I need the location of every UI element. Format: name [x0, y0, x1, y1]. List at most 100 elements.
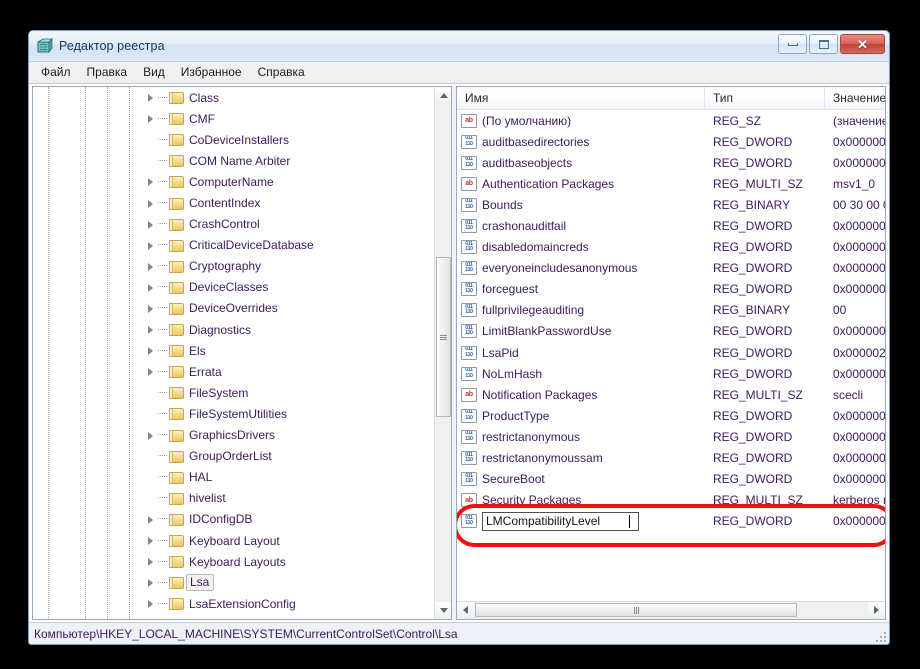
table-row[interactable]: 011 110 fullprivilegeauditing REG_BINARY 00: [457, 300, 885, 321]
tree-item-hal[interactable]: HAL: [33, 467, 434, 488]
table-row[interactable]: 011110 ProductType REG_DWORD 0x0000000: [457, 405, 885, 426]
tree-item-com-name-arbiter[interactable]: COM Name Arbiter: [33, 150, 434, 171]
list-horizontal-scrollbar[interactable]: [457, 601, 885, 619]
value-data-cell: (значение: [833, 113, 885, 128]
tree-item-els[interactable]: Els: [33, 340, 434, 361]
resize-grip-icon[interactable]: [874, 630, 886, 642]
tree-item-criticaldevicedatabase[interactable]: CriticalDeviceDatabase: [33, 235, 434, 256]
expand-chevron-icon[interactable]: [145, 218, 157, 230]
tree-item-idconfigdb[interactable]: IDConfigDB: [33, 509, 434, 530]
menu-edit[interactable]: Правка: [79, 63, 136, 82]
tree-item-lsainformation[interactable]: LsaInformation: [33, 614, 434, 620]
column-header-name[interactable]: Имя: [457, 87, 705, 109]
tree-item-filesystemutilities[interactable]: FileSystemUtilities: [33, 403, 434, 424]
tree-item-crashcontrol[interactable]: CrashControl: [33, 214, 434, 235]
expand-chevron-icon[interactable]: [145, 239, 157, 251]
tree-item-lsa[interactable]: Lsa: [33, 572, 434, 593]
expand-chevron-icon[interactable]: [145, 556, 157, 568]
tree-item-cryptography[interactable]: Cryptography: [33, 256, 434, 277]
tree-item-filesystem[interactable]: FileSystem: [33, 382, 434, 403]
tree-item-label: ContentIndex: [189, 196, 261, 211]
tree-vertical-scrollbar[interactable]: [434, 87, 451, 619]
tree-item-lsaextensionconfig[interactable]: LsaExtensionConfig: [33, 593, 434, 614]
tree-item-graphicsdrivers[interactable]: GraphicsDrivers: [33, 425, 434, 446]
expand-chevron-icon[interactable]: [145, 577, 157, 589]
menu-view[interactable]: Вид: [135, 63, 173, 82]
table-row[interactable]: 011110 auditbaseobjects REG_DWORD 0x0000000: [457, 152, 885, 173]
expand-chevron-icon[interactable]: [145, 535, 157, 547]
minimize-button[interactable]: [778, 34, 807, 54]
tree-connector: [158, 434, 167, 436]
tree-item-deviceoverrides[interactable]: DeviceOverrides: [33, 298, 434, 319]
table-row[interactable]: 011110 LsaPid REG_DWORD 0x0000021: [457, 342, 885, 363]
table-row[interactable]: ab Security Packages REG_MULTI_SZ kerberos …: [457, 490, 885, 511]
table-row[interactable]: 011110 crashonauditfail REG_DWORD 0x0000000: [457, 215, 885, 236]
title-bar[interactable]: Редактор реестра ✕: [29, 31, 889, 62]
expand-chevron-icon[interactable]: [145, 281, 157, 293]
tree-item-codeviceinstallers[interactable]: CoDeviceInstallers: [33, 129, 434, 150]
menu-file[interactable]: Файл: [33, 63, 79, 82]
table-row[interactable]: 011110 Bounds REG_BINARY 00 30 00 0(: [457, 194, 885, 215]
expand-chevron-icon[interactable]: [145, 92, 157, 104]
content-panes: Class CMF CoDeviceInstallers COM Name Arbit…: [29, 84, 889, 622]
expand-chevron-icon[interactable]: [145, 324, 157, 336]
expand-chevron-icon[interactable]: [145, 176, 157, 188]
tree-item-hivelist[interactable]: hivelist: [33, 488, 434, 509]
table-row[interactable]: 011110 SecureBoot REG_DWORD 0x0000000: [457, 469, 885, 490]
folder-icon: [169, 386, 184, 400]
table-row[interactable]: 011110 NoLmHash REG_DWORD 0x0000000: [457, 363, 885, 384]
expand-chevron-icon[interactable]: [145, 197, 157, 209]
expand-chevron-icon[interactable]: [145, 260, 157, 272]
scroll-down-button[interactable]: [435, 602, 451, 619]
table-row[interactable]: 011 110 disabledomaincreds REG_DWORD 0x00000…: [457, 237, 885, 258]
expand-chevron-icon[interactable]: [145, 429, 157, 441]
hscrollbar-thumb[interactable]: [475, 603, 797, 617]
scroll-left-button[interactable]: [457, 602, 474, 618]
expand-chevron-icon[interactable]: [145, 366, 157, 378]
close-button[interactable]: ✕: [840, 34, 885, 54]
column-header-value[interactable]: Значение: [825, 87, 885, 109]
table-row[interactable]: ab Authentication Packages REG_MULTI_SZ msv…: [457, 173, 885, 194]
tree-item-cmf[interactable]: CMF: [33, 108, 434, 129]
value-data-cell: 0x0000000: [833, 240, 885, 255]
tree-item-keyboard-layouts[interactable]: Keyboard Layouts: [33, 551, 434, 572]
table-row[interactable]: 011 110 LimitBlankPasswordUse REG_DWORD 0x00…: [457, 321, 885, 342]
column-header-type[interactable]: Тип: [705, 87, 825, 109]
table-row[interactable]: 011110 forceguest REG_DWORD 0x0000000: [457, 279, 885, 300]
menu-help[interactable]: Справка: [250, 63, 313, 82]
tree-item-computername[interactable]: ComputerName: [33, 171, 434, 192]
expand-chevron-icon[interactable]: [145, 302, 157, 314]
value-type-cell: REG_DWORD: [713, 451, 793, 466]
expand-chevron-icon[interactable]: [145, 598, 157, 610]
tree-item-grouporderlist[interactable]: GroupOrderList: [33, 446, 434, 467]
registry-values-list[interactable]: ab (По умолчанию) REG_SZ (значение 011 110 aud…: [457, 110, 885, 601]
table-row[interactable]: 011 110 auditbasedirectories REG_DWORD 0x000…: [457, 131, 885, 152]
expand-chevron-icon[interactable]: [145, 113, 157, 125]
tree-item-label: LsaExtensionConfig: [189, 596, 296, 611]
tree-item-errata[interactable]: Errata: [33, 361, 434, 382]
tree-item-diagnostics[interactable]: Diagnostics: [33, 319, 434, 340]
tree-item-keyboard-layout[interactable]: Keyboard Layout: [33, 530, 434, 551]
minimize-icon: [787, 42, 798, 46]
table-row[interactable]: ab Notification Packages REG_MULTI_SZ scecl…: [457, 384, 885, 405]
table-row[interactable]: ab (По умолчанию) REG_SZ (значение: [457, 110, 885, 131]
scroll-up-button[interactable]: [435, 87, 451, 104]
tree-item-deviceclasses[interactable]: DeviceClasses: [33, 277, 434, 298]
menu-favorites[interactable]: Избранное: [173, 63, 250, 82]
maximize-button[interactable]: [809, 34, 838, 54]
registry-tree[interactable]: Class CMF CoDeviceInstallers COM Name Arbit…: [33, 87, 434, 619]
expand-chevron-icon[interactable]: [145, 345, 157, 357]
tree-item-class[interactable]: Class: [33, 87, 434, 108]
rename-input[interactable]: LMCompatibilityLevel: [482, 511, 639, 531]
value-name-cell: ab Notification Packages: [457, 387, 705, 402]
table-row[interactable]: 011 110 everyoneincludesanonymous REG_DWORD…: [457, 258, 885, 279]
table-row-editing[interactable]: 011 110 LMCompatibilityLevel REG_DWORD 0x000…: [457, 511, 885, 532]
value-name-cell: 011 110 forceguest: [457, 282, 705, 297]
value-name-label: ProductType: [482, 408, 550, 423]
scrollbar-thumb[interactable]: [436, 257, 451, 417]
table-row[interactable]: 011110 restrictanonymous REG_DWORD 0x000000…: [457, 426, 885, 447]
expand-chevron-icon[interactable]: [145, 513, 157, 525]
table-row[interactable]: 011 110 restrictanonymoussam REG_DWORD 0x000…: [457, 448, 885, 469]
scroll-right-button[interactable]: [868, 602, 885, 618]
tree-item-contentindex[interactable]: ContentIndex: [33, 192, 434, 213]
